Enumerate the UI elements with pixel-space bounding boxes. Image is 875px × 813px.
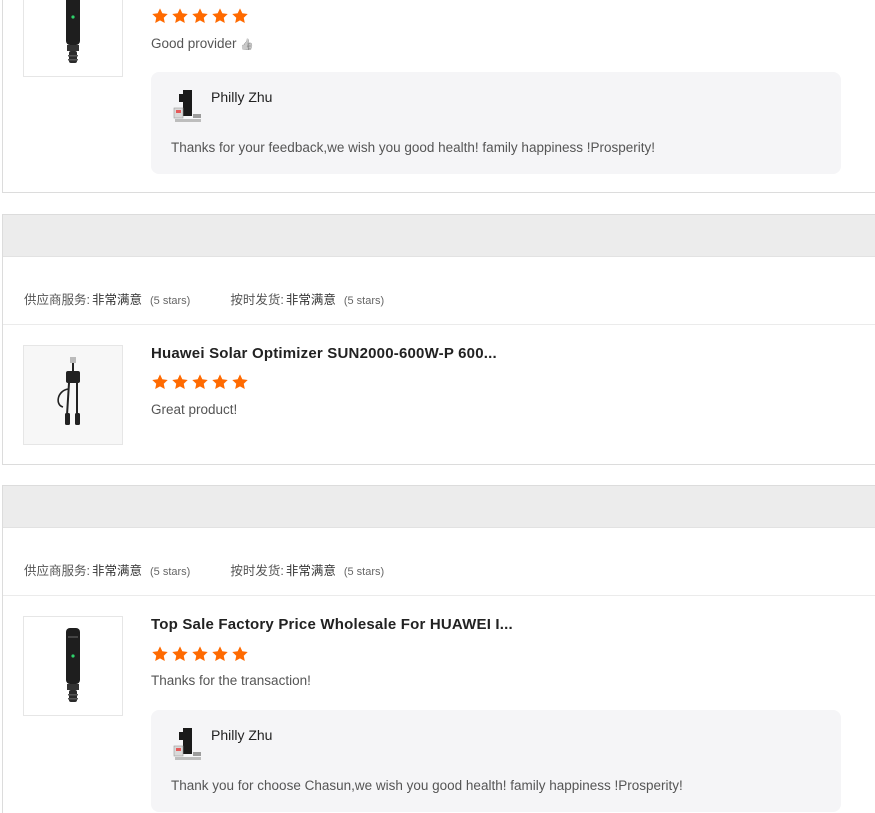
reply-text: Thanks for your feedback,we wish you goo… bbox=[171, 140, 656, 155]
star-rating bbox=[151, 7, 249, 25]
star-icon bbox=[211, 7, 229, 25]
rating-label: 供应商服务: bbox=[24, 564, 90, 578]
product-title[interactable]: Huawei Solar Optimizer SUN2000-600W-P 60… bbox=[151, 345, 497, 362]
star-icon bbox=[211, 373, 229, 391]
rating-value: 非常满意 bbox=[91, 293, 142, 307]
card-header bbox=[3, 215, 875, 257]
solar-optimizer-image bbox=[53, 626, 93, 706]
review-card-3: 供应商服务: 非常满意 (5 stars) 按时发货: 非常满意 (5 star… bbox=[2, 485, 875, 813]
review-comment: Great product! bbox=[151, 402, 238, 417]
solar-optimizer-image bbox=[53, 0, 93, 67]
rating-label: 供应商服务: bbox=[24, 293, 90, 307]
card-header bbox=[3, 486, 875, 528]
star-icon bbox=[231, 373, 249, 391]
comment-text: Good provider bbox=[151, 36, 237, 51]
review-comment: Thanks for the transaction! bbox=[151, 673, 311, 688]
rating-count: (5 stars) bbox=[150, 566, 191, 578]
supplier-avatar bbox=[171, 88, 203, 124]
supplier-reply: Philly Zhu Thank you for choose Chasun,w… bbox=[151, 710, 841, 812]
star-icon bbox=[151, 645, 169, 663]
rating-count: (5 stars) bbox=[343, 566, 385, 578]
star-icon bbox=[151, 7, 169, 25]
supplier-service-rating: 供应商服务: 非常满意 (5 stars) bbox=[24, 560, 190, 579]
review-card-2: 供应商服务: 非常满意 (5 stars) 按时发货: 非常满意 (5 star… bbox=[2, 214, 875, 465]
review-comment: Good provider 👍 bbox=[151, 36, 254, 51]
star-icon bbox=[191, 645, 209, 663]
product-thumbnail[interactable] bbox=[23, 0, 123, 77]
star-rating bbox=[151, 645, 249, 663]
star-icon bbox=[211, 645, 229, 663]
rating-count: (5 stars) bbox=[343, 295, 385, 307]
rating-value: 非常满意 bbox=[285, 293, 336, 307]
rating-value: 非常满意 bbox=[91, 564, 142, 578]
star-rating bbox=[151, 373, 249, 391]
supplier-reply: Philly Zhu Thanks for your feedback,we w… bbox=[151, 72, 841, 174]
reply-author: Philly Zhu bbox=[211, 727, 273, 743]
supplier-avatar bbox=[171, 726, 203, 762]
star-icon bbox=[231, 7, 249, 25]
rating-label: 按时发货: bbox=[230, 293, 284, 307]
supplier-service-rating: 供应商服务: 非常满意 (5 stars) bbox=[24, 289, 190, 308]
star-icon bbox=[171, 645, 189, 663]
star-icon bbox=[171, 373, 189, 391]
review-card-1: Good provider 👍 Philly Zhu Thanks for yo… bbox=[2, 0, 875, 193]
solar-optimizer-image bbox=[53, 355, 93, 435]
star-icon bbox=[191, 7, 209, 25]
star-icon bbox=[231, 645, 249, 663]
reply-author: Philly Zhu bbox=[211, 89, 273, 105]
product-title[interactable]: Top Sale Factory Price Wholesale For HUA… bbox=[151, 616, 513, 633]
rating-value: 非常满意 bbox=[285, 564, 336, 578]
star-icon bbox=[151, 373, 169, 391]
on-time-shipment-rating: 按时发货: 非常满意 (5 stars) bbox=[230, 289, 384, 308]
ratings-summary: 供应商服务: 非常满意 (5 stars) 按时发货: 非常满意 (5 star… bbox=[3, 257, 875, 325]
product-thumbnail[interactable] bbox=[23, 345, 123, 445]
on-time-shipment-rating: 按时发货: 非常满意 (5 stars) bbox=[230, 560, 384, 579]
product-thumbnail[interactable] bbox=[23, 616, 123, 716]
star-icon bbox=[191, 373, 209, 391]
star-icon bbox=[171, 7, 189, 25]
rating-label: 按时发货: bbox=[230, 564, 284, 578]
rating-count: (5 stars) bbox=[150, 295, 191, 307]
reply-text: Thank you for choose Chasun,we wish you … bbox=[171, 778, 683, 793]
thumbs-up-icon: 👍 bbox=[240, 39, 255, 51]
ratings-summary: 供应商服务: 非常满意 (5 stars) 按时发货: 非常满意 (5 star… bbox=[3, 528, 875, 596]
